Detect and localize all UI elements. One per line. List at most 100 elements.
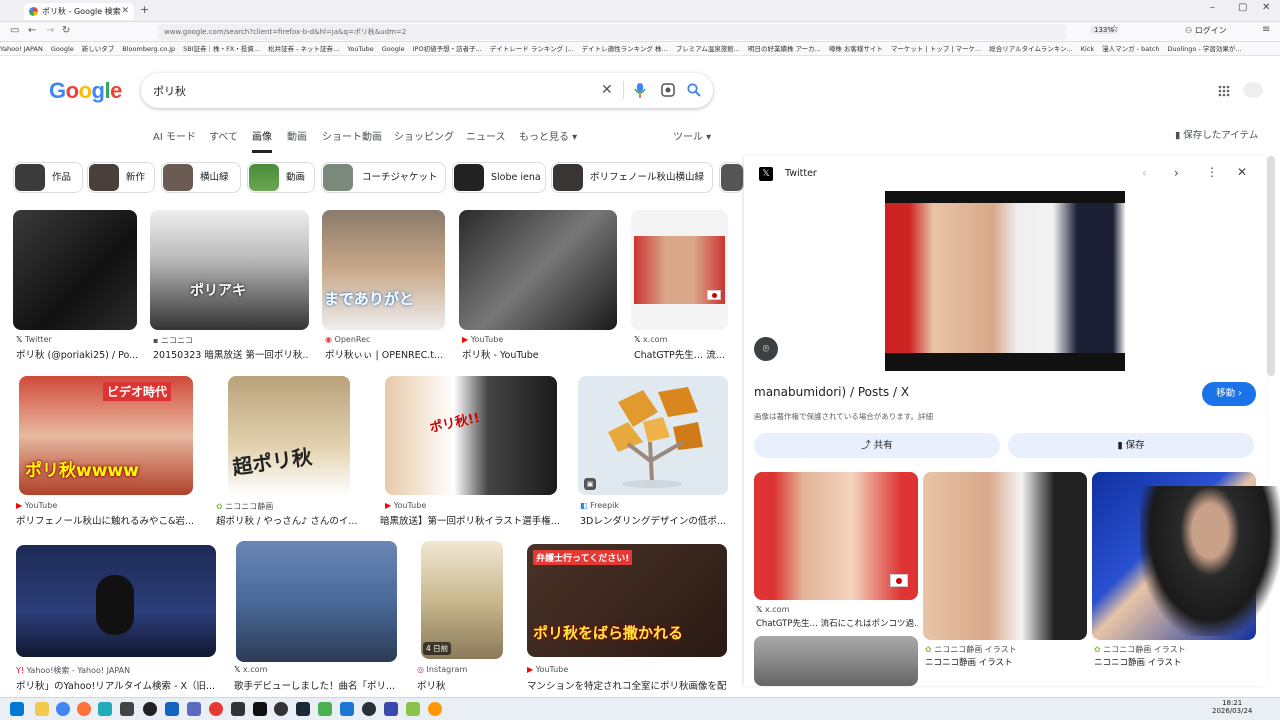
app-icon[interactable] [274,702,288,716]
tab-all[interactable]: すべて [209,128,238,143]
new-tab-button[interactable]: + [140,3,149,16]
account-button[interactable]: ⚇ ログイン [1185,25,1227,36]
bookmark-item[interactable]: マーケット | トップ | マーケ... [891,42,981,55]
result-image-9[interactable]: ▣ [578,376,728,495]
clear-icon[interactable]: ✕ [601,82,613,98]
menu-icon[interactable]: ≡ [1262,24,1270,35]
tab-shopping[interactable]: ショッピング [394,128,454,143]
maximize-button[interactable]: ▢ [1238,2,1247,13]
app-icon[interactable] [406,702,420,716]
result-title-2[interactable]: 20150323 暗黒放送 第一回ポリ秋... [153,347,309,361]
related-image-4[interactable] [754,636,918,686]
result-title-5[interactable]: ChatGTP先生… 流... [634,347,728,361]
app-icon[interactable] [428,702,442,716]
back-icon[interactable]: ← [28,25,36,36]
firefox-icon[interactable] [77,702,91,716]
result-image-13[interactable]: 弁護士行ってください! ポリ秋をばら撒かれる [527,544,727,657]
minimize-button[interactable]: – [1210,2,1215,13]
chip-new-works[interactable]: 新作 [87,162,155,193]
bookmark-item[interactable]: Yahoo! JAPAN [0,42,43,55]
close-panel-icon[interactable]: ✕ [1237,165,1247,179]
chip-coach-jacket[interactable]: コーチジャケット [321,162,446,193]
tab-images[interactable]: 画像 [252,128,272,153]
result-title-3[interactable]: ポリ秋ぃぃ | OPENREC.t... [325,347,445,361]
result-image-7[interactable]: 超ポリ秋 [228,376,350,495]
app-icon[interactable] [143,702,157,716]
save-button[interactable]: ▮ 保存 [1008,433,1254,458]
bookmark-item[interactable]: YouTube [347,42,373,55]
result-title-8[interactable]: 暗黒放送】第一回ポリ秋イラスト選手権... [380,513,560,527]
bookmark-item[interactable]: SBI証券｜株・FX・投資... [183,42,260,55]
bookmark-item[interactable]: 松井証券 - ネット証券... [268,42,339,55]
result-title-6[interactable]: ポリフェノール秋山に触れるみやこ&岩... [16,513,198,527]
app-icon[interactable] [384,702,398,716]
related-title-3[interactable]: ニコニコ静画 イラスト [1094,656,1256,668]
result-title-13[interactable]: マンションを特定されコ全室にポリ秋画像を配... [527,678,727,692]
bookmark-item[interactable]: 漫人マンガ - batch [1102,42,1159,55]
app-icon[interactable] [340,702,354,716]
tab-news[interactable]: ニュース [466,128,506,143]
browser-tab[interactable]: ポリ秋 - Google 検索 ✕ [24,3,134,20]
result-image-11[interactable] [236,541,397,662]
related-image-2[interactable] [923,472,1087,640]
apps-grid-icon[interactable] [1218,85,1230,97]
bookmark-item[interactable]: Google [51,42,74,55]
chip-polyphenol-akiyama[interactable]: ポリフェノール秋山横山緑 [551,162,713,193]
microphone-icon[interactable] [634,83,646,98]
result-image-8[interactable]: ポリ秋!! [385,376,557,495]
bookmark-item[interactable]: Kick [1081,42,1094,55]
bookmark-item[interactable]: Bloomberg.co.jp [122,42,175,55]
preview-title[interactable]: manabumidori) / Posts / X [754,385,909,399]
tab-more[interactable]: もっと見る ▾ [519,128,577,143]
result-image-10[interactable] [16,545,216,657]
app-icon[interactable] [165,702,179,716]
chip-more[interactable] [719,162,744,193]
app-icon[interactable] [253,702,267,716]
result-image-5[interactable] [631,210,728,330]
google-logo[interactable]: Google [49,78,122,104]
file-explorer-icon[interactable] [35,702,49,716]
panel-scrollbar[interactable] [1267,156,1275,376]
app-icon[interactable] [187,702,201,716]
bookmark-item[interactable]: デイトレード ランキング |... [490,42,574,55]
preview-image[interactable] [885,191,1125,371]
chip-videos[interactable]: 動画 [247,162,315,193]
related-title-2[interactable]: ニコニコ静画 イラスト [925,656,1087,668]
sidebar-icon[interactable]: ▭ [10,25,19,36]
bookmark-item[interactable]: プレミアム温泉旅館... [676,42,740,55]
tools-button[interactable]: ツール ▾ [673,128,711,143]
address-bar[interactable]: www.google.com/search?client=firefox-b-d… [158,24,1066,40]
bookmark-item[interactable]: 新しいタブ [82,42,115,55]
bookmark-item[interactable]: IPO初値予想・訪者子... [413,42,482,55]
result-image-4[interactable] [459,210,617,330]
close-window-button[interactable]: ✕ [1262,2,1270,13]
result-image-2[interactable]: ポリアキ [150,210,309,330]
app-icon[interactable] [209,702,223,716]
result-image-12[interactable]: 4 日前 [421,541,503,659]
result-title-10[interactable]: ポリ秋」のYahoo!リアルタイム検索 - X（旧... [16,678,216,692]
result-image-6[interactable]: ビデオ時代 ポリ秋wwww [19,376,193,495]
next-icon[interactable]: › [1174,166,1179,180]
saved-items-link[interactable]: ▮ 保存したアイテム [1175,127,1258,141]
camera-lens-icon[interactable] [661,83,675,97]
bookmark-item[interactable]: 総合リアルタイムランキン... [989,42,1072,55]
chip-yokoyama-midori[interactable]: 横山緑 [161,162,241,193]
share-button[interactable]: ⤴ 共有 [754,433,1000,458]
bookmark-item[interactable]: Duolingo - 学習効果が... [1167,42,1241,55]
avatar[interactable] [1243,82,1263,98]
result-title-12[interactable]: ポリ秋 [417,678,507,692]
search-input[interactable]: ポリ秋 [153,83,186,99]
result-title-1[interactable]: ポリ秋 (@poriaki25) / Po... [16,347,138,361]
search-box[interactable]: ポリ秋 ✕ [141,73,713,108]
result-image-3[interactable]: までありがと [322,210,445,330]
more-options-icon[interactable]: ⋮ [1206,165,1218,179]
search-icon[interactable] [687,83,701,97]
bookmark-item[interactable]: Google [382,42,405,55]
result-title-9[interactable]: 3Dレンダリングデザインの低ポ... [580,513,728,527]
result-title-7[interactable]: 超ポリ秋 / やっさん♪ さんのイ... [216,513,364,527]
bookmark-star-icon[interactable]: ☆ [1110,24,1119,35]
app-icon[interactable] [318,702,332,716]
related-title-1[interactable]: ChatGTP先生… 流石にこれはポンコツ過... [756,617,918,629]
tab-short-videos[interactable]: ショート動画 [322,128,382,143]
preview-site-name[interactable]: Twitter [785,168,817,179]
